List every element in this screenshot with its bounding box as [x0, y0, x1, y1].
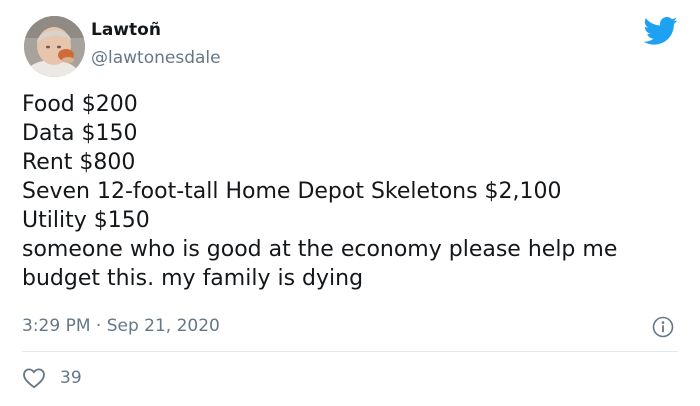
twitter-bird-icon[interactable] — [644, 16, 678, 46]
tweet-line: Utility $150 — [22, 208, 150, 233]
author-handle[interactable]: @lawtonesdale — [91, 48, 221, 68]
tweet-line: someone who is good at the economy pleas… — [22, 237, 618, 262]
tweet-line: Rent $800 — [22, 150, 136, 175]
info-icon[interactable] — [652, 316, 674, 338]
profile-photo-icon — [24, 16, 85, 77]
author-name[interactable]: Lawtoñ — [91, 20, 161, 40]
like-count: 39 — [60, 368, 82, 388]
tweet-timestamp[interactable]: 3:29 PM · Sep 21, 2020 — [22, 315, 220, 337]
tweet-line: Food $200 — [22, 92, 138, 117]
tweet-text: Food $200 Data $150 Rent $800 Seven 12-f… — [22, 90, 617, 293]
divider — [22, 351, 678, 352]
tweet-line: Data $150 — [22, 121, 138, 146]
avatar[interactable] — [24, 16, 85, 77]
heart-icon[interactable] — [22, 367, 46, 389]
tweet-line: budget this. my family is dying — [22, 266, 364, 291]
tweet-line: Seven 12-foot-tall Home Depot Skeletons … — [22, 179, 562, 204]
like-action[interactable]: 39 — [22, 365, 82, 391]
